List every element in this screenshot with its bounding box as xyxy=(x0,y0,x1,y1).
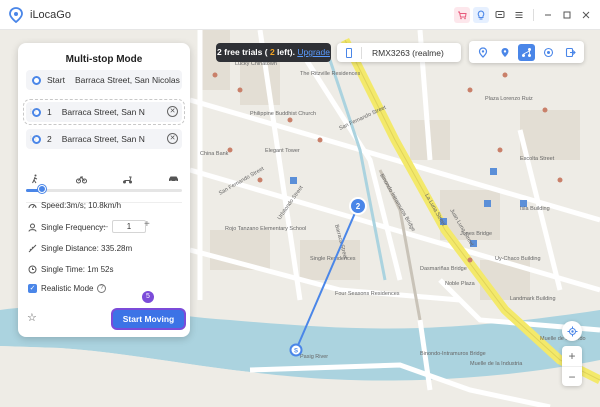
close-icon[interactable] xyxy=(578,7,594,23)
map-label: Single Residences xyxy=(310,256,356,262)
menu-icon[interactable] xyxy=(511,7,527,23)
frequency-label: Single Frequency: xyxy=(41,223,106,232)
distance-row: Single Distance: 335.28m xyxy=(28,244,132,253)
map-label: Four Seasons Residences xyxy=(335,291,400,297)
export-icon[interactable] xyxy=(562,44,579,61)
walk-icon[interactable] xyxy=(28,172,42,186)
app-logo-icon xyxy=(8,6,24,23)
bike-icon[interactable] xyxy=(74,172,88,186)
time-row: Single Time: 1m 52s xyxy=(28,265,113,274)
distance-text: Single Distance: 335.28m xyxy=(41,244,133,253)
frequency-input[interactable]: 1 xyxy=(112,220,146,233)
app-title: iLocaGo xyxy=(30,8,71,21)
stop-number: 2 xyxy=(47,134,52,144)
map-label: Escolta Street xyxy=(520,156,555,162)
map-mode-toolbar xyxy=(469,41,584,63)
map-label: Plaza Lorenzo Ruiz xyxy=(485,96,533,102)
map-label: The Ritzville Residences xyxy=(300,71,360,77)
car-icon[interactable] xyxy=(166,172,180,186)
remove-stop-icon[interactable]: ✕ xyxy=(167,133,178,144)
device-name: RMX3263 (realme) xyxy=(372,47,444,58)
joystick-icon[interactable] xyxy=(540,44,557,61)
zoom-in-button[interactable]: + xyxy=(562,346,582,366)
phone-icon xyxy=(346,47,352,58)
start-stop-row[interactable]: Start Barraca Street, San Nicolas xyxy=(26,70,182,90)
stop-number: 1 xyxy=(47,107,52,117)
location-icon[interactable] xyxy=(496,44,513,61)
title-bar: iLocaGo xyxy=(0,0,600,30)
map-label: Philippine Buddhist Church xyxy=(250,111,316,117)
recenter-icon[interactable] xyxy=(562,321,582,341)
stop-address: Barraca Street, San N xyxy=(61,107,145,117)
map-label: Muelle de la Industria xyxy=(470,361,523,367)
upgrade-link[interactable]: Upgrade xyxy=(297,47,330,57)
titlebar-divider xyxy=(533,9,534,21)
toast-suffix: left). xyxy=(274,47,298,57)
drag-handle-icon[interactable]: ⋮⋮ xyxy=(28,135,39,142)
time-text: Single Time: 1m 52s xyxy=(41,265,114,274)
minimize-icon[interactable] xyxy=(540,7,556,23)
map-label: Dasmariñas Bridge xyxy=(420,266,467,272)
pin-icon[interactable] xyxy=(474,44,491,61)
device-divider xyxy=(361,46,362,59)
stop-row-2[interactable]: ⋮⋮ 2 Barraca Street, San N ✕ xyxy=(26,129,182,149)
movement-modes xyxy=(28,172,180,186)
zoom-controls: + − xyxy=(562,346,582,386)
speed-text: Speed:3m/s; 10.8km/h xyxy=(41,201,122,210)
map-label: Landmark Building xyxy=(510,296,556,302)
speedometer-icon xyxy=(28,201,37,210)
cart-icon[interactable] xyxy=(454,7,470,23)
frequency-increase-button[interactable]: + xyxy=(144,219,150,230)
frequency-decrease-button[interactable]: — xyxy=(99,221,108,231)
route-marker-start: S xyxy=(294,349,298,355)
map-label: Uy-Chaco Building xyxy=(495,256,541,262)
support-icon[interactable] xyxy=(492,7,508,23)
multi-stop-icon[interactable] xyxy=(517,43,535,61)
speed-slider-handle[interactable] xyxy=(37,185,46,193)
start-address: Barraca Street, San Nicolas xyxy=(74,75,180,85)
trial-toast: 2 free trials ( 2 left). Upgrade xyxy=(216,43,331,62)
panel-title: Multi-stop Mode xyxy=(65,54,143,65)
map-label: Pasig River xyxy=(300,354,328,360)
speed-row: Speed:3m/s; 10.8km/h xyxy=(28,201,121,210)
frequency-icon xyxy=(28,223,37,232)
zoom-out-button[interactable]: − xyxy=(562,366,582,386)
clock-icon xyxy=(28,265,37,274)
step-badge: 5 xyxy=(142,291,154,303)
titlebar-controls xyxy=(454,7,594,23)
stop-row-1[interactable]: ⋮⋮ 1 Barraca Street, San N ✕ xyxy=(23,99,185,125)
map-label: Rojo Tanzano Elementary School xyxy=(225,226,306,232)
realistic-mode-label: Realistic Mode xyxy=(41,284,94,293)
multi-stop-panel: Multi-stop Mode Start Barraca Street, Sa… xyxy=(18,43,190,337)
speed-slider-track[interactable] xyxy=(26,189,182,192)
maximize-icon[interactable] xyxy=(559,7,575,23)
stop-address: Barraca Street, San N xyxy=(61,134,145,144)
map-label: Isla Building xyxy=(520,206,550,212)
map-label: Noble Plaza xyxy=(445,281,476,287)
ruler-icon xyxy=(28,244,37,253)
device-selector[interactable]: RMX3263 (realme) xyxy=(337,43,461,62)
scooter-icon[interactable] xyxy=(120,172,134,186)
frequency-row: Single Frequency: xyxy=(28,223,105,232)
map-label: Elegant Tower xyxy=(265,148,300,154)
bulb-icon[interactable] xyxy=(473,7,489,23)
start-icon xyxy=(32,75,41,85)
start-tag: Start xyxy=(47,75,65,85)
realistic-mode-checkbox[interactable]: ✓ xyxy=(28,284,37,293)
realistic-mode-row: ✓ Realistic Mode ? xyxy=(28,284,107,293)
map-label: Binondo-Intramuros Bridge xyxy=(420,351,486,357)
help-icon[interactable]: ? xyxy=(97,284,107,293)
toast-prefix: 2 free trials ( xyxy=(217,47,270,57)
drag-handle-icon[interactable]: ⋮⋮ xyxy=(28,108,39,115)
start-moving-button[interactable]: Start Moving xyxy=(113,310,184,328)
favorite-star-icon[interactable]: ☆ xyxy=(27,311,37,324)
remove-stop-icon[interactable]: ✕ xyxy=(167,106,178,117)
map-label: China Bank xyxy=(200,151,229,157)
route-marker-2: 2 xyxy=(356,202,361,211)
